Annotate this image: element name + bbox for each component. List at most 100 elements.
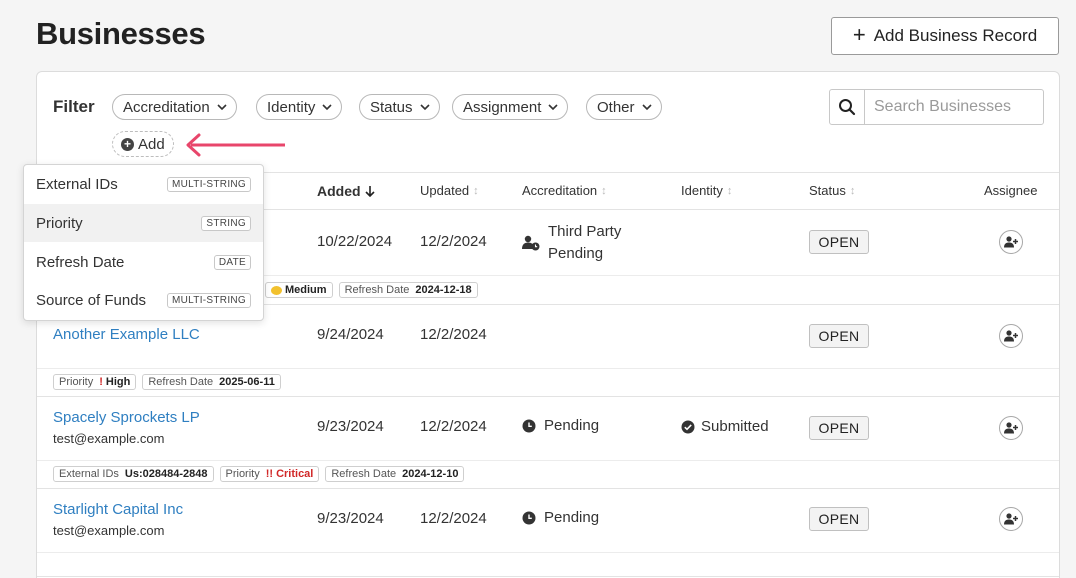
filter-chip-accreditation[interactable]: Accreditation [112,94,237,120]
priority-value: Medium [285,284,327,296]
column-header-accreditation[interactable]: Accreditation ↕ [522,183,607,198]
assign-user-button[interactable] [999,324,1023,348]
type-badge: MULTI-STRING [167,176,251,192]
dropdown-item-source-of-funds[interactable]: Source of Funds MULTI-STRING [24,281,263,319]
add-business-record-button[interactable]: + Add Business Record [831,17,1059,55]
accreditation-value: Pending [544,417,600,434]
plus-icon: + [852,22,866,47]
row-meta: Priority! High Refresh Date 2025-06-11 [53,374,281,390]
accreditation-cell: Pending [522,509,599,526]
page-title: Businesses [36,16,206,51]
annotation-arrow-icon [186,133,285,157]
assign-user-button[interactable] [999,416,1023,440]
add-filter-button[interactable]: + Add [112,131,174,157]
status-badge: OPEN [809,324,869,348]
type-badge: DATE [213,254,251,270]
filter-chip-other[interactable]: Other [586,94,662,120]
added-date: 9/23/2024 [317,510,384,527]
business-name-link[interactable]: Another Example LLC [53,326,200,343]
priority-tag: Priority!! Critical [219,466,320,482]
type-badge: STRING [201,215,251,231]
plus-circle-icon: + [121,137,134,151]
column-header-status[interactable]: Status ↕ [809,183,855,198]
divider [37,576,1059,577]
divider [37,488,1059,489]
add-filter-label: Add [138,135,165,153]
refresh-date-tag: Refresh Date 2024-12-18 [338,282,478,298]
chevron-down-icon [419,104,430,111]
filter-chip-status[interactable]: Status [359,94,440,120]
type-badge: MULTI-STRING [167,292,251,308]
column-header-updated[interactable]: Updated ↕ [420,183,479,198]
refresh-date-tag: Refresh Date 2024-12-10 [325,466,465,482]
dropdown-item-refresh-date[interactable]: Refresh Date DATE [24,243,263,281]
accreditation-cell: Pending [522,417,599,434]
search-icon [839,99,856,116]
chip-label: Other [597,98,635,116]
divider [37,460,1059,461]
business-name-link[interactable]: Starlight Capital Inc [53,501,183,518]
column-header-assignee: Assignee [984,183,1037,198]
medium-priority-icon [271,285,282,295]
accreditation-value: Pending [544,509,600,526]
divider [37,552,1059,553]
tag-label: External IDs [59,468,119,480]
external-ids-tag: External IDs Us:028484-2848 [53,466,214,482]
tag-label: Priority [225,468,260,480]
column-label: Status [809,183,846,198]
assign-user-button[interactable] [999,230,1023,254]
search-input[interactable] [865,90,1043,124]
dropdown-item-label: Refresh Date [36,253,125,271]
dropdown-item-priority[interactable]: Priority STRING [24,204,263,242]
dropdown-item-external-ids[interactable]: External IDs MULTI-STRING [24,165,263,203]
updated-date: 12/2/2024 [420,418,487,435]
refresh-date-tag: Refresh Date 2025-06-11 [142,374,281,390]
user-clock-icon [522,235,540,251]
tag-label: Priority [59,376,94,388]
sort-icon: ↕ [849,184,856,197]
business-email: test@example.com [53,523,165,538]
added-date: 9/24/2024 [317,326,384,343]
tag-value: 2024-12-18 [415,284,472,296]
column-header-identity[interactable]: Identity ↕ [681,183,732,198]
column-label: Accreditation [522,183,598,198]
user-plus-icon [1004,330,1018,342]
search-button[interactable] [830,90,865,124]
assign-user-button[interactable] [999,507,1023,531]
accreditation-line: Third Party [548,223,622,240]
chevron-down-icon [548,104,558,111]
user-plus-icon [1004,422,1018,434]
business-name-link[interactable]: Spacely Sprockets LP [53,409,200,426]
tag-value: 2024-12-10 [402,468,459,480]
chevron-down-icon [322,104,332,111]
clock-icon [522,419,536,432]
sort-icon: ↕ [601,184,607,197]
chip-label: Assignment [463,98,542,116]
priority-value: Critical [276,468,314,480]
updated-date: 12/2/2024 [420,233,487,250]
clock-icon [522,511,536,524]
column-label: Identity [681,183,723,198]
sort-icon: ↕ [473,184,479,197]
column-label: Updated [420,183,470,198]
column-header-added[interactable]: Added [317,183,375,199]
double-exclamation-icon: !! [265,468,274,480]
column-label: Added [317,183,361,199]
status-badge: OPEN [809,230,869,254]
column-label: Assignee [984,183,1038,198]
filter-chip-assignment[interactable]: Assignment [452,94,569,120]
identity-value: Submitted [701,418,769,435]
priority-tag: Priority! High [53,374,137,390]
divider [37,396,1059,397]
add-business-record-label: Add Business Record [873,26,1038,45]
filter-chip-identity[interactable]: Identity [256,94,343,120]
check-circle-icon [681,420,695,433]
tag-label: Refresh Date [331,468,397,480]
chevron-down-icon [217,104,227,111]
arrow-down-icon [364,186,375,197]
updated-date: 12/2/2024 [420,510,487,527]
chip-label: Identity [267,98,316,116]
business-email: test@example.com [53,431,165,446]
tag-value: 2025-06-11 [219,376,275,388]
divider [37,368,1059,369]
